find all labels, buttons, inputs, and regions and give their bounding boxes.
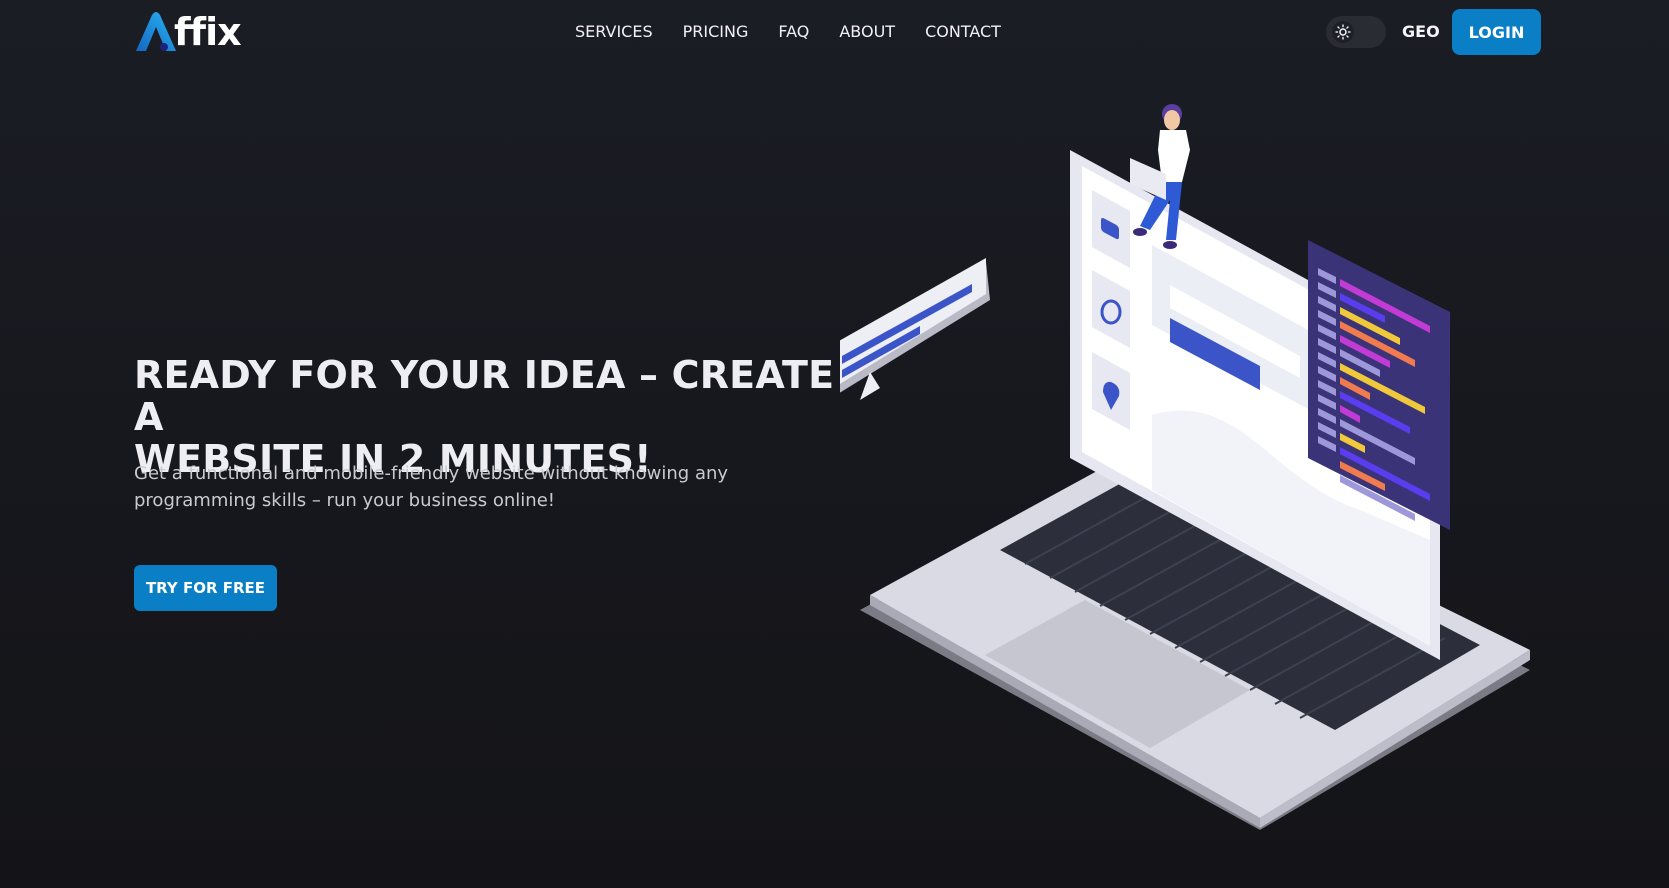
language-selector[interactable]: GEO xyxy=(1402,18,1440,46)
theme-toggle-knob xyxy=(1332,21,1354,43)
logo[interactable]: ffix xyxy=(134,10,242,54)
nav-about[interactable]: ABOUT xyxy=(839,18,895,46)
hero-subtitle: Get a functional and mobile-friendly web… xyxy=(134,463,729,511)
hero-illustration xyxy=(840,90,1560,850)
main-nav: SERVICES PRICING FAQ ABOUT CONTACT xyxy=(560,18,1016,46)
nav-faq[interactable]: FAQ xyxy=(778,18,809,46)
nav-pricing[interactable]: PRICING xyxy=(683,18,749,46)
affix-a-logo-icon xyxy=(136,12,176,51)
site-header: ffix SERVICES PRICING FAQ ABOUT CONTACT xyxy=(0,0,1669,64)
nav-services[interactable]: SERVICES xyxy=(575,18,653,46)
sun-icon xyxy=(1335,24,1351,40)
hero-title-line1: READY FOR YOUR IDEA – CREATE A xyxy=(134,353,835,439)
speech-bubble xyxy=(840,258,990,400)
theme-toggle[interactable] xyxy=(1326,16,1386,48)
login-button[interactable]: LOGIN xyxy=(1452,9,1541,55)
try-for-free-button[interactable]: TRY FOR FREE xyxy=(134,565,277,611)
nav-contact[interactable]: CONTACT xyxy=(925,18,1001,46)
laptop-illustration xyxy=(840,104,1530,830)
logo-text: ffix xyxy=(174,10,242,54)
